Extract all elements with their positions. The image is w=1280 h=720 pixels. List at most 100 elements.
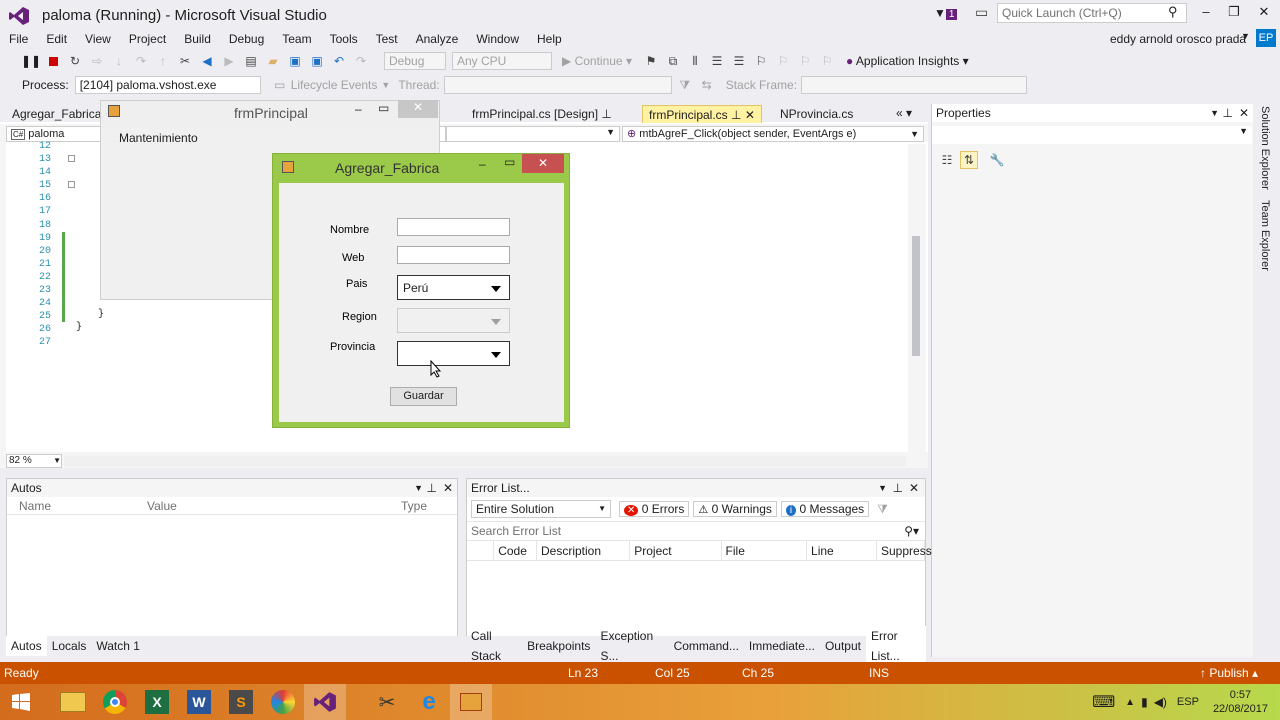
undo-icon[interactable]: ↶ xyxy=(330,52,348,70)
collapse-toggle[interactable] xyxy=(68,155,75,162)
lifecycle-events-select[interactable]: Lifecycle Events xyxy=(291,78,378,92)
dialog-minimize-button[interactable]: – xyxy=(479,157,486,171)
close-button[interactable]: ✕ xyxy=(1250,4,1278,22)
snipping-tool-icon[interactable]: ✂ xyxy=(366,684,408,720)
menu-team[interactable]: Team xyxy=(273,31,320,48)
column-type[interactable]: Type xyxy=(395,499,427,513)
column-description[interactable]: Description xyxy=(537,540,631,561)
tab-1[interactable]: frmPrincipal.cs [Design] ⊥ xyxy=(466,105,618,123)
sublime-text-icon[interactable]: S xyxy=(220,684,262,720)
quick-launch-input[interactable]: Quick Launch (Ctrl+Q) xyxy=(997,3,1187,23)
solution-platform-select[interactable]: Any CPU xyxy=(452,52,552,70)
redo-icon[interactable]: ↷ xyxy=(352,52,370,70)
menu-mantenimiento[interactable]: Mantenimiento xyxy=(119,131,198,145)
user-name[interactable]: eddy arnold orosco prada xyxy=(1110,32,1246,46)
publish-button[interactable]: ↑ Publish ▴ xyxy=(1200,666,1258,680)
column-project[interactable]: Project xyxy=(630,540,722,561)
user-dropdown-icon[interactable]: ▼ xyxy=(1241,31,1250,41)
scroll-thumb[interactable] xyxy=(912,236,920,356)
bookmark-prev-icon[interactable]: ⚐ xyxy=(774,52,792,70)
battery-icon[interactable]: ▮ xyxy=(1141,695,1148,709)
filter-icon[interactable]: ⧩ xyxy=(676,76,694,94)
tab-breakpoints[interactable]: Breakpoints xyxy=(522,636,595,656)
error-search-input[interactable]: Search Error List ⚲▾ xyxy=(467,521,925,541)
navigate-forward-icon[interactable]: ▶ xyxy=(220,52,238,70)
web-input[interactable] xyxy=(397,246,510,264)
tab-watch-1[interactable]: Watch 1 xyxy=(91,636,145,656)
region-select[interactable] xyxy=(397,308,510,333)
windows-start-button[interactable] xyxy=(0,684,42,720)
navigate-back-icon[interactable]: ◀ xyxy=(198,52,216,70)
pin-icon[interactable]: ⊥ xyxy=(427,479,437,497)
menu-debug[interactable]: Debug xyxy=(220,31,273,48)
pause-icon[interactable]: ❚❚ xyxy=(21,52,41,70)
tab-command[interactable]: Command... xyxy=(669,636,744,656)
side-tab-solution-explorer[interactable]: Solution Explorer xyxy=(1259,106,1271,190)
hot-reload-icon[interactable]: ✂ xyxy=(176,52,194,70)
collapse-toggle[interactable] xyxy=(68,181,75,188)
menu-window[interactable]: Window xyxy=(467,31,528,48)
menu-edit[interactable]: Edit xyxy=(37,31,76,48)
column-code[interactable]: Code xyxy=(494,540,537,561)
alphabetical-icon[interactable]: ⇅ xyxy=(960,151,978,169)
close-icon[interactable]: ✕ xyxy=(909,479,919,497)
attach-icon[interactable]: ⚑ xyxy=(642,52,660,70)
tab-2[interactable]: frmPrincipal.cs ⊥ ✕ xyxy=(642,105,762,123)
side-tab-team-explorer[interactable]: Team Explorer xyxy=(1259,200,1271,271)
bookmark-clear-icon[interactable]: ⚐ xyxy=(818,52,836,70)
nombre-input[interactable] xyxy=(397,218,510,236)
pin-icon[interactable]: ⊥ xyxy=(893,479,903,497)
dialog-close-button[interactable]: ✕ xyxy=(522,154,564,173)
column-suppress[interactable]: Suppress xyxy=(877,540,932,561)
frm-principal-close[interactable]: ✕ xyxy=(398,100,438,118)
dialog-maximize-button[interactable]: ▭ xyxy=(504,155,515,169)
type-dropdown[interactable]: ▼ xyxy=(446,126,620,142)
stop-icon[interactable] xyxy=(44,52,62,70)
tab-call-stack[interactable]: Call Stack xyxy=(466,626,522,666)
tab-overflow-icon[interactable]: « ▾ xyxy=(896,106,912,120)
panel-menu-icon[interactable]: ▼ xyxy=(414,479,423,497)
guardar-button[interactable]: Guardar xyxy=(390,387,457,406)
column-icon[interactable] xyxy=(467,540,495,561)
visual-studio-taskbar-icon[interactable] xyxy=(304,684,346,720)
warnings-filter-button[interactable]: ⚠ 0 Warnings xyxy=(693,501,777,517)
stack-frame-select[interactable] xyxy=(801,76,1028,94)
tab-error-list[interactable]: Error List... xyxy=(865,626,927,666)
tab-immediate[interactable]: Immediate... xyxy=(744,636,820,656)
outdent-icon[interactable]: ☰ xyxy=(730,52,748,70)
keyboard-icon[interactable]: ⌨ xyxy=(1092,692,1115,712)
search-icon[interactable]: ⚲ xyxy=(1168,4,1178,20)
menu-analyze[interactable]: Analyze xyxy=(407,31,468,48)
menu-view[interactable]: View xyxy=(76,31,120,48)
column-line[interactable]: Line xyxy=(807,540,877,561)
messages-filter-button[interactable]: i 0 Messages xyxy=(780,501,870,517)
column-value[interactable]: Value xyxy=(141,499,395,513)
solution-config-select[interactable]: Debug xyxy=(384,52,446,70)
tab-3[interactable]: NProvincia.cs xyxy=(774,105,859,123)
show-hidden-icons[interactable]: ▲ xyxy=(1125,697,1135,708)
media-app-icon[interactable] xyxy=(262,684,304,720)
column-file[interactable]: File xyxy=(722,540,808,561)
application-insights-button[interactable]: ● Application Insights ▾ xyxy=(846,54,969,68)
restart-icon[interactable]: ↻ xyxy=(66,52,84,70)
method-dropdown[interactable]: ⊕ mtbAgreF_Click(object sender, EventArg… xyxy=(622,126,924,142)
show-next-statement-icon[interactable]: ⇨ xyxy=(88,52,106,70)
clock[interactable]: 0:57 22/08/2017 xyxy=(1213,688,1268,716)
step-out-icon[interactable]: ↑ xyxy=(154,52,172,70)
categorized-icon[interactable]: ☷ xyxy=(938,151,956,169)
bookmark-next-icon[interactable]: ⚐ xyxy=(796,52,814,70)
bookmark-icon[interactable]: ⚐ xyxy=(752,52,770,70)
provincia-select[interactable] xyxy=(397,341,510,366)
internet-explorer-icon[interactable]: e xyxy=(408,684,450,720)
close-icon[interactable]: ✕ xyxy=(1239,104,1249,122)
lifecycle-dropdown-icon[interactable]: ▼ xyxy=(381,80,390,90)
clear-filter-icon[interactable]: ⧩ xyxy=(877,502,888,517)
horizontal-scrollbar[interactable] xyxy=(64,456,906,466)
tab-locals[interactable]: Locals xyxy=(47,636,92,656)
tab-output[interactable]: Output xyxy=(820,636,866,656)
save-icon[interactable]: ▣ xyxy=(286,52,304,70)
column-name[interactable]: Name xyxy=(7,499,141,513)
zoom-select[interactable]: 82 % ▼ xyxy=(6,454,62,468)
volume-icon[interactable]: ◀) xyxy=(1154,695,1167,709)
columns-icon[interactable]: ⫴ xyxy=(686,52,704,70)
